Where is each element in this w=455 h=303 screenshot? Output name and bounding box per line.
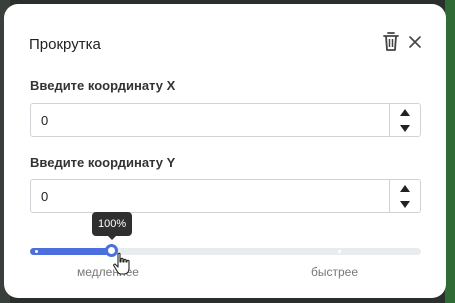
y-coordinate-label: Введите координату Y bbox=[30, 155, 176, 170]
trash-icon[interactable] bbox=[381, 31, 401, 53]
y-coordinate-stepper bbox=[389, 180, 420, 212]
speed-min-label: медленнее bbox=[77, 265, 139, 279]
speed-max-label: быстрее bbox=[311, 265, 359, 279]
x-coordinate-label: Введите координату X bbox=[30, 78, 176, 93]
triangle-down-icon bbox=[400, 200, 410, 208]
x-decrement-button[interactable] bbox=[390, 120, 420, 136]
speed-slider-fill bbox=[30, 248, 112, 255]
y-decrement-button[interactable] bbox=[390, 196, 420, 212]
scroll-dialog: Прокрутка Введите координату X Введите к… bbox=[4, 4, 446, 298]
slider-tick-mark bbox=[338, 250, 341, 253]
y-coordinate-field bbox=[30, 179, 421, 213]
speed-tooltip: 100% bbox=[92, 212, 133, 240]
triangle-up-icon bbox=[400, 184, 410, 192]
triangle-up-icon bbox=[400, 108, 410, 116]
y-coordinate-input[interactable] bbox=[31, 180, 389, 212]
speed-slider-thumb[interactable] bbox=[105, 244, 118, 257]
x-coordinate-field bbox=[30, 103, 421, 137]
close-icon[interactable] bbox=[406, 33, 424, 51]
y-increment-button[interactable] bbox=[390, 180, 420, 196]
x-increment-button[interactable] bbox=[390, 104, 420, 120]
triangle-down-icon bbox=[400, 124, 410, 132]
dialog-title: Прокрутка bbox=[29, 36, 101, 53]
backdrop-right bbox=[445, 0, 455, 303]
x-coordinate-stepper bbox=[389, 104, 420, 136]
x-coordinate-input[interactable] bbox=[31, 104, 389, 136]
slider-tick-mark bbox=[35, 250, 38, 253]
speed-slider-track[interactable] bbox=[30, 244, 421, 257]
